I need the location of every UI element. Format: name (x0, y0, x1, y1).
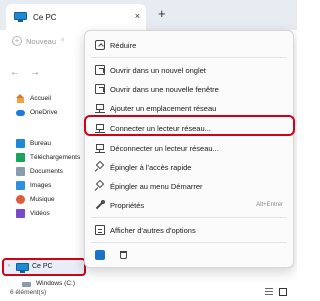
tab-strip: Ce PC × + (0, 0, 297, 30)
back-button[interactable]: ← (10, 67, 20, 79)
new-window-icon (95, 84, 105, 94)
sidebar-item-label: Documents (30, 167, 63, 175)
home-icon (16, 93, 25, 103)
new-tab-button[interactable]: + (158, 7, 166, 21)
file-explorer-window: Ce PC × + + Nouveau ˅ ← → Accueil OneDri… (0, 0, 297, 301)
sidebar-item-label: Ce PC (32, 263, 53, 270)
tab-title: Ce PC (33, 12, 57, 22)
network-location-icon (95, 103, 105, 113)
status-item-count: 6 élément(s) (10, 289, 47, 296)
sidebar-item-windows-c[interactable]: Windows (C:) (22, 277, 75, 289)
close-tab-icon[interactable]: × (135, 11, 140, 21)
sidebar-item-label: Musique (30, 195, 55, 203)
sidebar-item-label: Téléchargements (30, 153, 81, 161)
downloads-icon (16, 152, 25, 162)
menu-item-label: Épingler à l'accès rapide (110, 163, 192, 172)
sidebar-item-musique[interactable]: Musique (16, 193, 55, 205)
new-tab-icon (95, 65, 105, 75)
menu-item-properties[interactable]: Propriétés Alt+Entrer (85, 196, 293, 214)
menu-item-more-options[interactable]: Afficher d'autres d'options (85, 221, 293, 239)
menu-item-pin-start[interactable]: Épingler au menu Démarrer (85, 177, 293, 195)
sidebar-item-telechargements[interactable]: Téléchargements (16, 151, 80, 163)
sidebar-item-label: Bureau (30, 139, 51, 147)
sidebar-item-images[interactable]: Images (16, 179, 51, 191)
chevron-right-icon[interactable]: › (8, 263, 10, 269)
videos-icon (16, 208, 25, 218)
music-icon (16, 194, 25, 204)
images-icon (16, 180, 25, 190)
sidebar-item-documents[interactable]: Documents (16, 165, 63, 177)
pin-icon (95, 162, 105, 172)
quick-link-icon[interactable] (95, 250, 105, 260)
menu-item-label: Ouvrir dans une nouvelle fenêtre (110, 85, 219, 94)
menu-item-open-new-tab[interactable]: Ouvrir dans un nouvel onglet (85, 61, 293, 79)
desktop-icon (16, 138, 25, 148)
highlight-outline-map-drive (84, 115, 295, 136)
menu-item-label: Réduire (110, 41, 137, 50)
menu-separator (91, 242, 287, 243)
sidebar-item-label: Accueil (30, 94, 51, 102)
sidebar-item-label: Vidéos (30, 209, 50, 217)
sidebar-item-label: Images (30, 181, 52, 189)
menu-item-label: Propriétés (110, 201, 145, 210)
menu-item-label: Ajouter un emplacement réseau (110, 104, 217, 113)
new-button[interactable]: + Nouveau ˅ (12, 36, 65, 46)
menu-item-reduire[interactable]: Réduire (85, 36, 293, 54)
menu-item-label: Épingler au menu Démarrer (110, 182, 203, 191)
menu-separator (91, 217, 287, 218)
documents-icon (16, 166, 25, 176)
sidebar-item-bureau[interactable]: Bureau (16, 137, 51, 149)
menu-item-pin-quick-access[interactable]: Épingler à l'accès rapide (85, 158, 293, 176)
menu-separator (91, 57, 287, 58)
pc-icon (16, 263, 29, 273)
properties-icon (95, 200, 105, 210)
cloud-icon (16, 110, 25, 116)
new-button-label: Nouveau (26, 36, 57, 46)
collapse-icon (95, 40, 105, 50)
sidebar-item-ce-pc[interactable]: › Ce PC (2, 258, 86, 276)
drive-icon (22, 282, 31, 287)
more-options-icon (95, 225, 105, 235)
sidebar-item-videos[interactable]: Vidéos (16, 207, 50, 219)
pin-start-icon (95, 181, 105, 191)
menu-item-shortcut: Alt+Entrer (256, 202, 283, 208)
sidebar-item-accueil[interactable]: Accueil (16, 92, 51, 104)
menu-item-label: Ouvrir dans un nouvel onglet (110, 66, 206, 75)
details-view-icon[interactable] (265, 288, 273, 295)
sidebar-item-label: Windows (C:) (36, 279, 76, 287)
menu-item-disconnect-network-drive[interactable]: Déconnecter un lecteur réseau... (85, 139, 293, 157)
sidebar-item-onedrive[interactable]: OneDrive (16, 106, 57, 118)
menu-item-open-new-window[interactable]: Ouvrir dans une nouvelle fenêtre (85, 80, 293, 98)
forward-button[interactable]: → (30, 67, 40, 79)
menu-item-label: Déconnecter un lecteur réseau... (110, 144, 219, 153)
sidebar-item-label: OneDrive (30, 108, 58, 116)
tab-ce-pc[interactable]: Ce PC × (6, 4, 146, 30)
context-menu: Réduire Ouvrir dans un nouvel onglet Ouv… (84, 30, 294, 268)
plus-circle-icon: + (12, 36, 22, 46)
pc-icon (14, 12, 27, 22)
trash-icon[interactable] (120, 251, 127, 259)
menu-item-label: Afficher d'autres d'options (110, 226, 196, 235)
tiles-view-icon[interactable] (279, 288, 287, 296)
chevron-down-icon: ˅ (61, 38, 65, 44)
disconnect-drive-icon (95, 143, 105, 153)
